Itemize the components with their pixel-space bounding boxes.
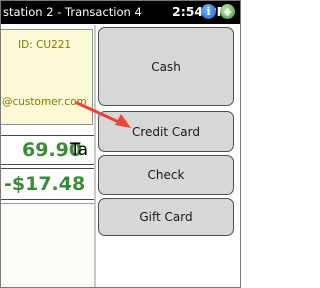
payment-pane: Cash Credit Card Check Gift Card (96, 25, 240, 287)
balance-amount: -$17.48 (4, 173, 86, 195)
network-icon[interactable] (220, 4, 235, 19)
pos-window: station 2 - Transaction 4 2:54 PM i ID: … (0, 0, 241, 288)
gift-card-button[interactable]: Gift Card (98, 198, 234, 236)
transaction-pane: ID: CU221 @customer.com 69.90 Ta -$17.48 (1, 25, 95, 287)
credit-card-button[interactable]: Credit Card (98, 111, 234, 152)
cash-button[interactable]: Cash (98, 27, 234, 106)
total-suffix-label: Ta (70, 140, 88, 160)
customer-panel[interactable]: ID: CU221 @customer.com (1, 29, 93, 125)
check-button[interactable]: Check (98, 155, 234, 195)
network-glyph-icon (223, 8, 232, 16)
window-title: station 2 - Transaction 4 (3, 5, 142, 19)
customer-email: @customer.com (2, 96, 87, 108)
tender-list[interactable] (1, 203, 95, 287)
total-field: 69.90 Ta (1, 135, 95, 165)
balance-field: -$17.48 (1, 168, 95, 200)
info-icon[interactable]: i (201, 4, 216, 19)
customer-id: ID: CU221 (18, 39, 72, 51)
title-bar: station 2 - Transaction 4 2:54 PM i (1, 1, 240, 24)
